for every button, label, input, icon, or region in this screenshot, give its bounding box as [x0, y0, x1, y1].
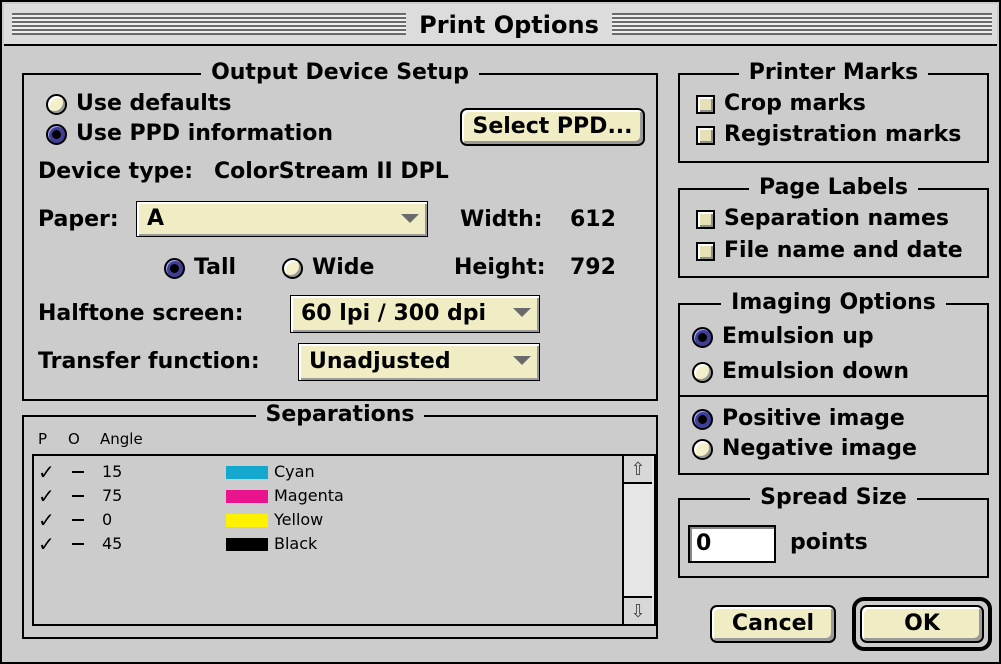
halftone-dropdown-arrow-icon: [513, 308, 531, 317]
emulsion-down-label: Emulsion down: [722, 359, 910, 384]
file-name-date-label: File name and date: [724, 238, 963, 263]
spread-size-unit: points: [790, 530, 868, 555]
printer-marks-group: Printer Marks: [678, 60, 989, 163]
title-bar-stripes-left: [12, 13, 406, 35]
registration-marks-checkbox[interactable]: [696, 126, 715, 145]
transfer-function-label: Transfer function:: [38, 349, 260, 374]
print-options-dialog: Print Options Output Device Setup Use de…: [0, 0, 1001, 664]
imaging-options-legend: Imaging Options: [721, 290, 946, 315]
positive-image-label: Positive image: [722, 406, 905, 431]
device-type-value: ColorStream II DPL: [214, 159, 449, 184]
paper-label: Paper:: [38, 207, 119, 232]
transfer-dropdown-arrow-icon: [513, 356, 531, 365]
separation-angle: 0: [102, 510, 113, 529]
halftone-screen-popup[interactable]: 60 lpi / 300 dpi: [290, 295, 540, 333]
paper-value: A: [147, 206, 165, 231]
list-item[interactable]: ✓ 45 Black: [38, 532, 618, 556]
select-ppd-button[interactable]: Select PPD...: [460, 108, 645, 146]
emulsion-down-radio[interactable]: [692, 362, 713, 383]
spread-size-legend: Spread Size: [750, 485, 917, 510]
separation-name: Magenta: [274, 486, 344, 505]
halftone-screen-value: 60 lpi / 300 dpi: [301, 301, 487, 326]
cancel-button[interactable]: Cancel: [710, 605, 836, 643]
color-swatch: [226, 490, 268, 503]
list-item[interactable]: ✓ 15 Cyan: [38, 460, 618, 484]
negative-image-label: Negative image: [722, 436, 917, 461]
scroll-down-arrow-icon[interactable]: ⇩: [624, 596, 652, 624]
registration-marks-label: Registration marks: [724, 122, 962, 147]
separation-names-checkbox[interactable]: [696, 210, 715, 229]
width-value: 612: [570, 207, 616, 232]
tall-label: Tall: [194, 255, 237, 280]
separation-name: Black: [274, 534, 318, 553]
separations-header-o: O: [68, 430, 80, 448]
separations-header-p: P: [38, 430, 48, 448]
use-defaults-label: Use defaults: [76, 91, 232, 116]
overprint-dash-icon[interactable]: [72, 519, 84, 521]
file-name-date-checkbox[interactable]: [696, 242, 715, 261]
separation-angle: 45: [102, 534, 123, 553]
height-label: Height:: [454, 255, 546, 280]
device-type-label: Device type:: [38, 159, 194, 184]
paper-dropdown-arrow-icon: [401, 214, 419, 223]
separation-names-label: Separation names: [724, 206, 949, 231]
window-title: Print Options: [414, 12, 604, 38]
overprint-dash-icon[interactable]: [72, 543, 84, 545]
separation-name: Yellow: [274, 510, 324, 529]
print-check-icon[interactable]: ✓: [38, 508, 55, 532]
emulsion-up-label: Emulsion up: [722, 324, 874, 349]
output-device-setup-legend: Output Device Setup: [201, 60, 479, 85]
transfer-function-popup[interactable]: Unadjusted: [298, 343, 540, 381]
wide-label: Wide: [312, 255, 375, 280]
width-label: Width:: [460, 207, 543, 232]
transfer-function-value: Unadjusted: [309, 349, 451, 374]
separation-angle: 15: [102, 462, 123, 481]
print-check-icon[interactable]: ✓: [38, 484, 55, 508]
spread-size-input[interactable]: 0: [688, 525, 776, 563]
imaging-options-divider: [680, 395, 987, 397]
wide-radio[interactable]: [282, 258, 303, 279]
positive-image-radio[interactable]: [692, 409, 713, 430]
height-value: 792: [570, 255, 616, 280]
list-item[interactable]: ✓ 0 Yellow: [38, 508, 618, 532]
print-check-icon[interactable]: ✓: [38, 532, 55, 556]
separations-list[interactable]: ✓ 15 Cyan ✓ 75 Magenta ✓ 0 Yellow ✓ 45 B…: [32, 454, 656, 626]
use-ppd-radio[interactable]: [46, 124, 67, 145]
printer-marks-legend: Printer Marks: [738, 60, 929, 85]
ok-button[interactable]: OK: [860, 605, 984, 643]
separation-name: Cyan: [274, 462, 315, 481]
title-bar-stripes-right: [612, 13, 992, 35]
separations-header-angle: Angle: [100, 430, 143, 448]
use-defaults-radio[interactable]: [46, 94, 67, 115]
color-swatch: [226, 514, 268, 527]
emulsion-up-radio[interactable]: [692, 327, 713, 348]
halftone-screen-label: Halftone screen:: [38, 301, 244, 326]
use-ppd-label: Use PPD information: [76, 121, 334, 146]
separations-legend: Separations: [255, 402, 425, 427]
paper-popup[interactable]: A: [136, 201, 428, 237]
separations-scrollbar[interactable]: ⇧ ⇩: [622, 456, 654, 624]
separation-angle: 75: [102, 486, 123, 505]
overprint-dash-icon[interactable]: [72, 471, 84, 473]
color-swatch: [226, 466, 268, 479]
crop-marks-label: Crop marks: [724, 91, 866, 116]
crop-marks-checkbox[interactable]: [696, 95, 715, 114]
list-item[interactable]: ✓ 75 Magenta: [38, 484, 618, 508]
print-check-icon[interactable]: ✓: [38, 460, 55, 484]
color-swatch: [226, 538, 268, 551]
overprint-dash-icon[interactable]: [72, 495, 84, 497]
title-bar[interactable]: Print Options: [4, 4, 997, 46]
page-labels-legend: Page Labels: [749, 175, 918, 200]
negative-image-radio[interactable]: [692, 439, 713, 460]
scroll-up-arrow-icon[interactable]: ⇧: [624, 456, 652, 484]
tall-radio[interactable]: [164, 258, 185, 279]
